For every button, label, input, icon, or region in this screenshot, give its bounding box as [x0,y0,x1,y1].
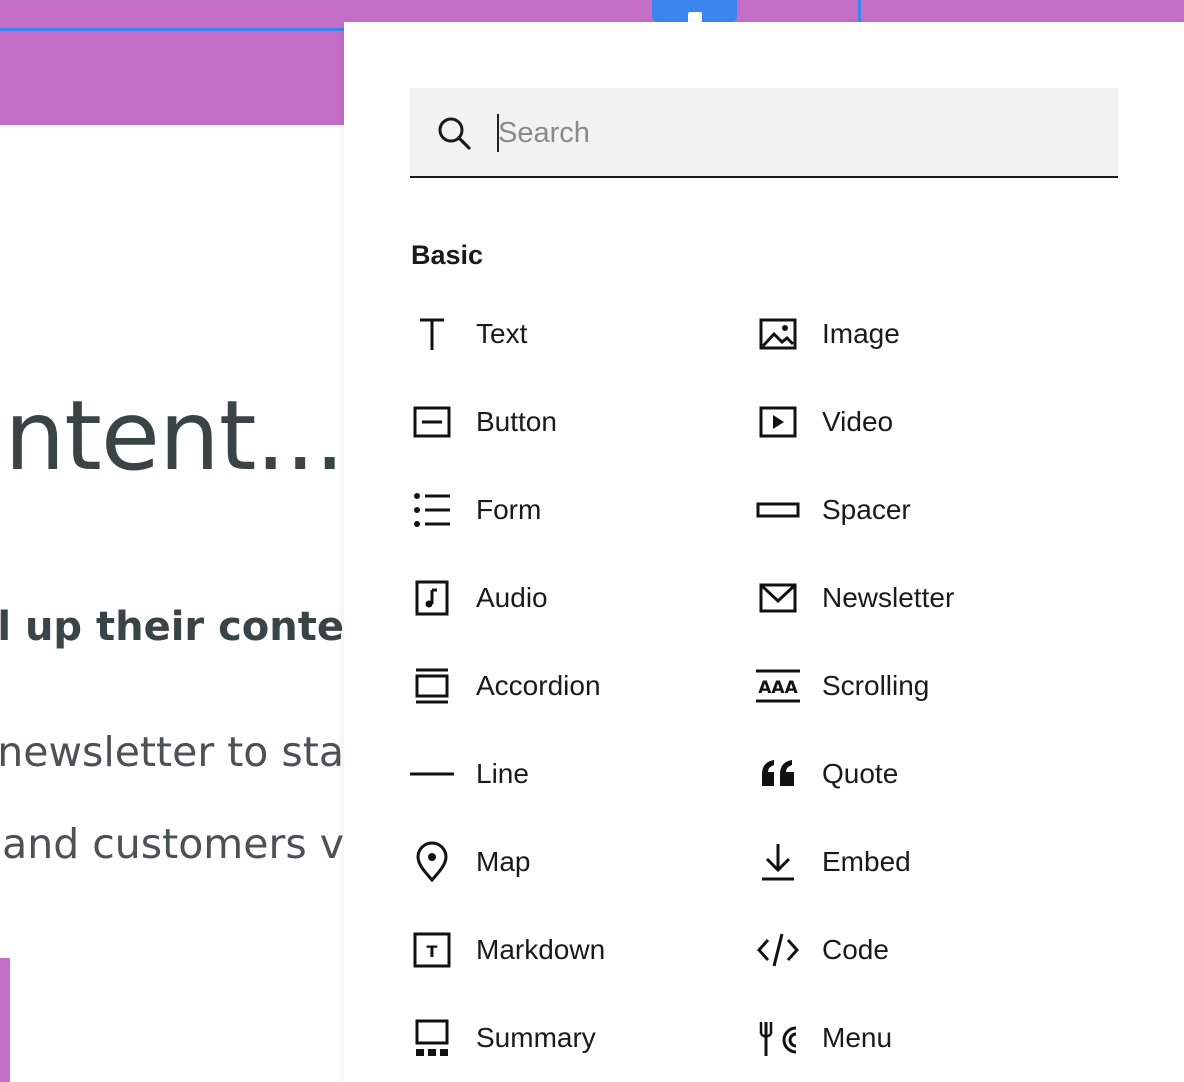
block-option-video[interactable]: Video [756,392,1056,452]
menu-icon [756,1016,800,1060]
line-icon [410,752,454,796]
block-label: Menu [822,1022,893,1053]
selection-outline-top [0,28,344,31]
block-label: Form [476,494,542,525]
page-heading[interactable]: ntent... [4,380,345,492]
search-box[interactable] [410,88,1118,178]
newsletter-icon [756,576,800,620]
block-option-embed[interactable]: Embed [756,832,1056,892]
block-option-code[interactable]: Code [756,920,1056,980]
search-icon [436,115,472,151]
block-option-text[interactable]: Text [410,304,710,364]
block-option-button[interactable]: Button [410,392,710,452]
block-label: Summary [476,1022,596,1053]
editor-stage: ntent... vel up their conte y newsletter… [0,0,1184,1082]
block-option-form[interactable]: Form [410,480,710,540]
section-title-basic: Basic [411,240,484,270]
block-label: Video [822,406,894,437]
button-icon [410,400,454,444]
form-icon [410,488,454,532]
scrolling-icon-text: AAA [758,678,798,698]
block-label: Quote [822,758,899,789]
block-option-map[interactable]: Map [410,832,710,892]
block-label: Text [476,318,528,349]
block-label: Newsletter [822,582,955,613]
video-icon [756,400,800,444]
add-block-panel: Basic Text Image [344,22,1184,1082]
page-body-line[interactable]: y newsletter to sta [0,728,344,776]
block-option-menu[interactable]: Menu [756,1008,1056,1068]
block-label: Accordion [476,670,601,701]
accordion-icon [410,664,454,708]
summary-icon [410,1016,454,1060]
block-label: Image [822,318,900,349]
block-option-image[interactable]: Image [756,304,1056,364]
page-subheading[interactable]: vel up their conte [0,604,344,650]
markdown-icon-text: T [427,942,438,961]
block-option-scrolling[interactable]: AAA Scrolling [756,656,1056,716]
selection-outline-edge [858,0,861,22]
markdown-icon: T [410,928,454,972]
code-icon [756,928,800,972]
block-option-summary[interactable]: Summary [410,1008,710,1068]
spacer-icon [756,488,800,532]
block-label: Button [476,406,557,437]
quote-icon [756,752,800,796]
section-background-band-left [0,0,344,125]
embed-icon [756,840,800,884]
text-caret [497,114,499,152]
block-label: Markdown [476,934,606,965]
page-body-line[interactable]: ts and customers v [0,820,344,868]
block-option-spacer[interactable]: Spacer [756,480,1056,540]
block-label: Audio [476,582,548,613]
text-icon [410,312,454,356]
audio-icon [410,576,454,620]
block-option-accordion[interactable]: Accordion [410,656,710,716]
block-label: Spacer [822,494,911,525]
map-pin-icon [410,840,454,884]
page-button-edge[interactable] [0,958,10,1082]
image-icon [756,312,800,356]
block-label: Code [822,934,889,965]
block-label: Line [476,758,529,789]
block-option-newsletter[interactable]: Newsletter [756,568,1056,628]
block-option-audio[interactable]: Audio [410,568,710,628]
scrolling-icon: AAA [756,664,800,708]
search-input[interactable] [496,108,1096,158]
block-option-markdown[interactable]: T Markdown [410,920,710,980]
block-label: Map [476,846,531,877]
block-option-quote[interactable]: Quote [756,744,1056,804]
block-option-line[interactable]: Line [410,744,710,804]
section-edit-handle[interactable] [652,0,737,22]
block-label: Embed [822,846,911,877]
block-label: Scrolling [822,670,930,701]
